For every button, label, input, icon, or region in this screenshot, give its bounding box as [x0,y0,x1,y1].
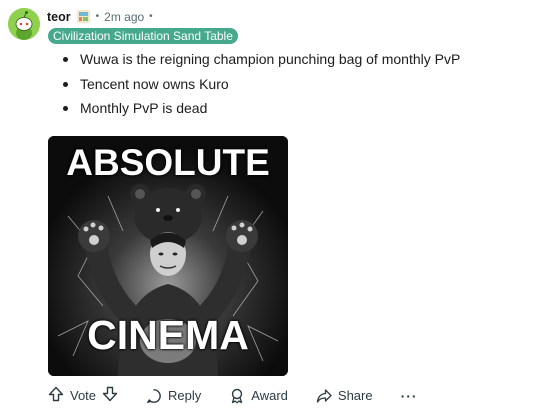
speech-bubble-icon [147,388,161,403]
upvote-button[interactable] [48,386,64,405]
comment-header: teor • 2m ago • [47,9,153,24]
user-flair: Civilization Simulation Sand Table [48,28,238,44]
user-emoji-badge-icon [76,9,91,24]
timestamp[interactable]: 2m ago [104,10,144,24]
award-label: Award [251,388,288,403]
ellipsis-icon: ··· [400,387,418,404]
separator-dot: • [149,11,153,22]
username[interactable]: teor [47,10,71,24]
share-arrow-icon [316,388,332,403]
comment-body-list: Wuwa is the reigning champion punching b… [58,47,460,121]
award-ribbon-icon [232,388,243,403]
upvote-arrow-icon [48,386,64,402]
avatar[interactable] [8,8,40,40]
share-button[interactable]: Share [316,388,373,404]
reply-label: Reply [168,388,202,403]
share-label: Share [337,388,373,403]
list-item: Tencent now owns Kuro [58,72,460,97]
downvote-arrow-icon [102,386,118,402]
list-item: Wuwa is the reigning champion punching b… [58,47,460,72]
more-options-button[interactable]: ··· [401,388,418,404]
separator-dot: • [95,11,100,22]
reply-button[interactable]: Reply [146,388,201,404]
meme-bottom-text: CINEMA [87,312,249,358]
award-button[interactable]: Award [229,388,288,404]
comment-image[interactable]: ABSOLUTE CINEMA [48,136,288,376]
comment-action-bar: Vote Reply Award Share ··· [48,386,418,405]
list-item: Monthly PvP is dead [58,96,460,121]
vote-group: Vote [48,386,118,405]
meme-top-text: ABSOLUTE [66,142,270,183]
vote-label: Vote [70,388,97,403]
snoo-avatar-icon [8,8,40,40]
downvote-button[interactable] [102,386,118,405]
